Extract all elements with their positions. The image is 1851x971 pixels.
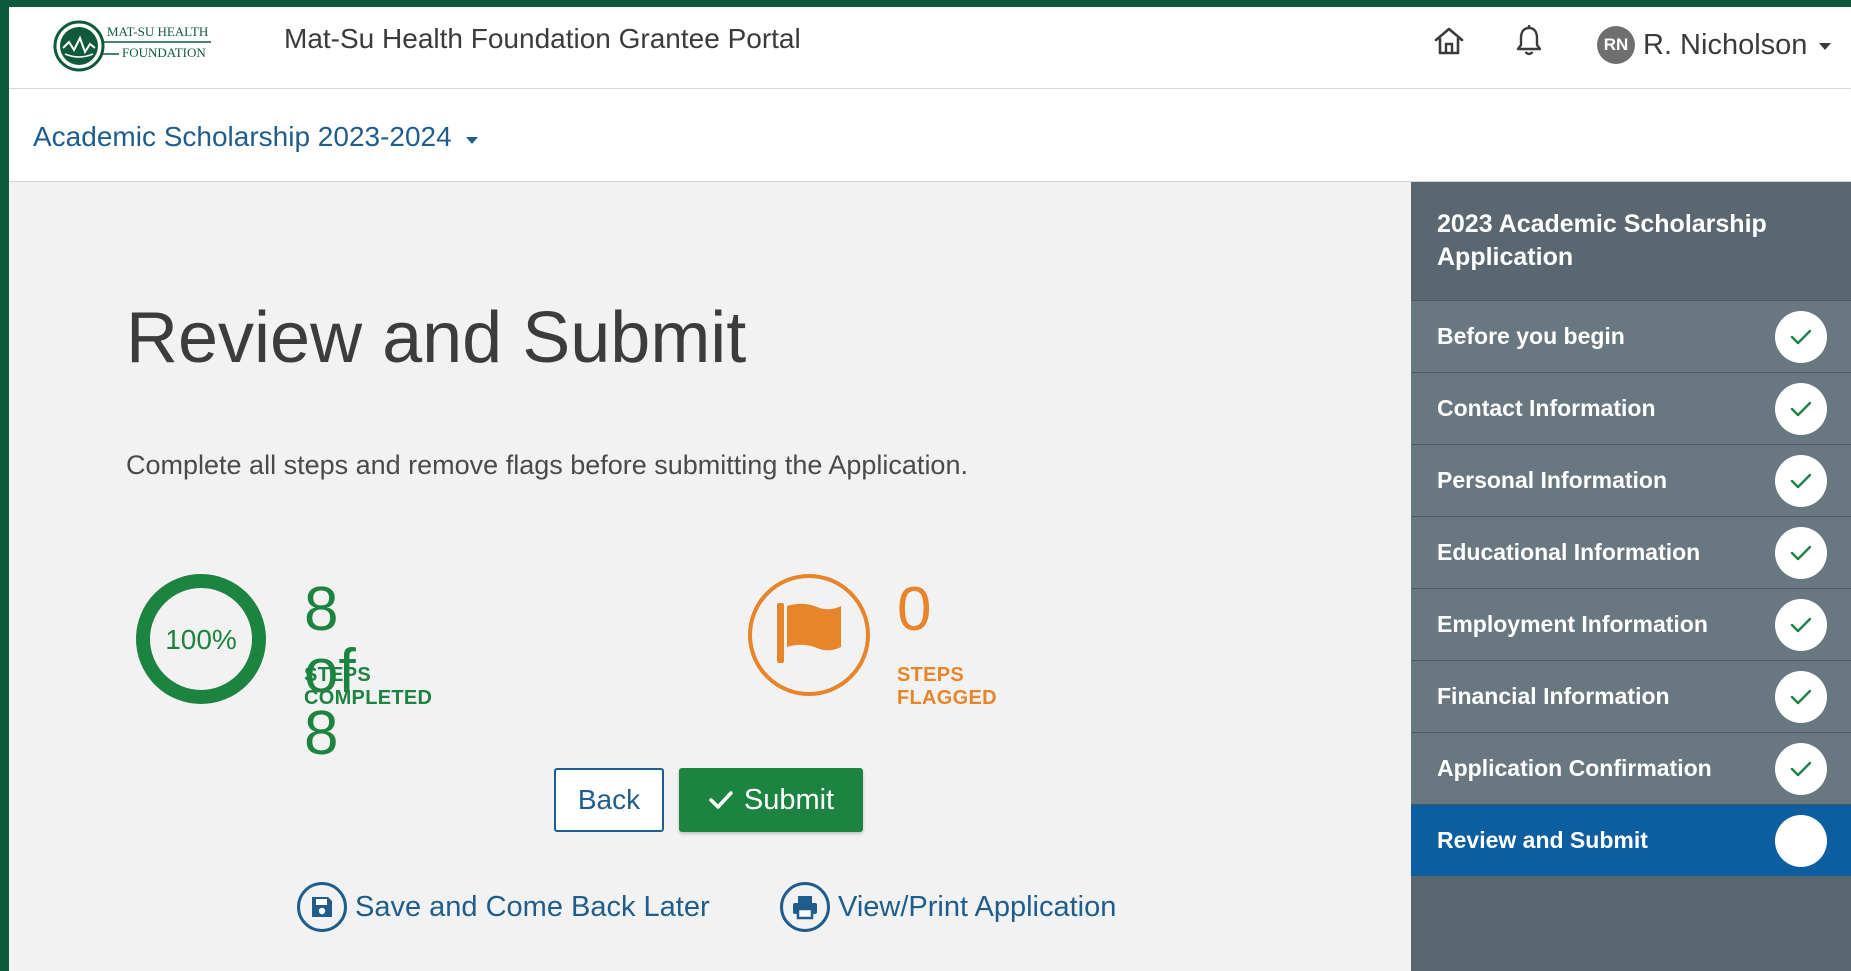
step-label: Application Confirmation	[1437, 755, 1712, 781]
checkmark-icon	[1775, 742, 1827, 795]
submit-label: Submit	[743, 783, 835, 816]
application-title: 2023 Academic Scholarship Application	[1437, 210, 1767, 271]
portal-title: Mat-Su Health Foundation Grantee Portal	[284, 23, 801, 54]
step-contact-information[interactable]: Contact Information	[1411, 372, 1851, 444]
top-navbar: MAT-SU HEALTH FOUNDATION Mat-Su Health F…	[9, 7, 1851, 89]
program-dropdown[interactable]: Academic Scholarship 2023-2024	[33, 121, 478, 153]
program-label: Academic Scholarship 2023-2024	[33, 121, 452, 152]
step-review-and-submit[interactable]: Review and Submit	[1411, 804, 1851, 876]
steps-flagged-label: STEPS FLAGGED	[897, 664, 997, 709]
step-label: Contact Information	[1437, 395, 1656, 421]
view-print-link[interactable]: View/Print Application	[780, 882, 1116, 932]
step-educational-information[interactable]: Educational Information	[1411, 516, 1851, 588]
logo-text-bottom: FOUNDATION	[122, 45, 206, 60]
app-frame: MAT-SU HEALTH FOUNDATION Mat-Su Health F…	[9, 7, 1851, 971]
main-content: Review and Submit Complete all steps and…	[9, 182, 1411, 971]
step-personal-information[interactable]: Personal Information	[1411, 444, 1851, 516]
chevron-down-icon	[1819, 42, 1832, 50]
print-icon	[780, 882, 830, 932]
step-label: Before you begin	[1437, 323, 1625, 349]
check-icon	[709, 791, 733, 809]
checkmark-icon	[1775, 670, 1827, 723]
steps-sidebar: 2023 Academic Scholarship Application Be…	[1411, 182, 1851, 971]
program-bar: Academic Scholarship 2023-2024	[9, 89, 1851, 182]
step-list: Before you begin Contact Information Per…	[1411, 300, 1851, 876]
flag-icon	[748, 574, 870, 696]
checkmark-icon	[1775, 454, 1827, 507]
page-title: Review and Submit	[126, 298, 747, 378]
progress-percent: 100%	[165, 624, 237, 655]
user-name: R. Nicholson	[1643, 28, 1808, 61]
step-label: Review and Submit	[1437, 827, 1648, 853]
incomplete-circle-icon	[1775, 814, 1827, 867]
checkmark-icon	[1775, 598, 1827, 651]
step-application-confirmation[interactable]: Application Confirmation	[1411, 732, 1851, 804]
step-label: Financial Information	[1437, 683, 1670, 709]
step-label: Employment Information	[1437, 611, 1708, 637]
save-later-link[interactable]: Save and Come Back Later	[297, 882, 710, 932]
steps-completed-label: STEPS COMPLETED	[304, 664, 433, 709]
view-print-label: View/Print Application	[838, 890, 1117, 923]
back-button[interactable]: Back	[554, 768, 664, 832]
user-menu[interactable]: RN R. Nicholson	[1597, 25, 1832, 65]
chevron-down-icon	[465, 136, 478, 144]
save-later-label: Save and Come Back Later	[355, 890, 710, 923]
checkmark-icon	[1775, 526, 1827, 579]
step-employment-information[interactable]: Employment Information	[1411, 588, 1851, 660]
logo-text-top: MAT-SU HEALTH	[107, 24, 208, 39]
foundation-logo[interactable]: MAT-SU HEALTH FOUNDATION	[49, 12, 249, 82]
step-before-you-begin[interactable]: Before you begin	[1411, 300, 1851, 372]
save-icon	[297, 882, 347, 932]
home-icon[interactable]	[1431, 23, 1467, 59]
step-financial-information[interactable]: Financial Information	[1411, 660, 1851, 732]
progress-ring: 100%	[136, 574, 266, 704]
notifications-bell-icon[interactable]	[1513, 23, 1545, 59]
checkmark-icon	[1775, 310, 1827, 363]
submit-button[interactable]: Submit	[679, 768, 863, 832]
step-label: Personal Information	[1437, 467, 1668, 493]
steps-flagged-count: 0	[897, 575, 932, 644]
instructions-text: Complete all steps and remove flags befo…	[126, 450, 968, 480]
step-label: Educational Information	[1437, 539, 1701, 565]
avatar: RN	[1597, 26, 1635, 64]
checkmark-icon	[1775, 382, 1827, 435]
